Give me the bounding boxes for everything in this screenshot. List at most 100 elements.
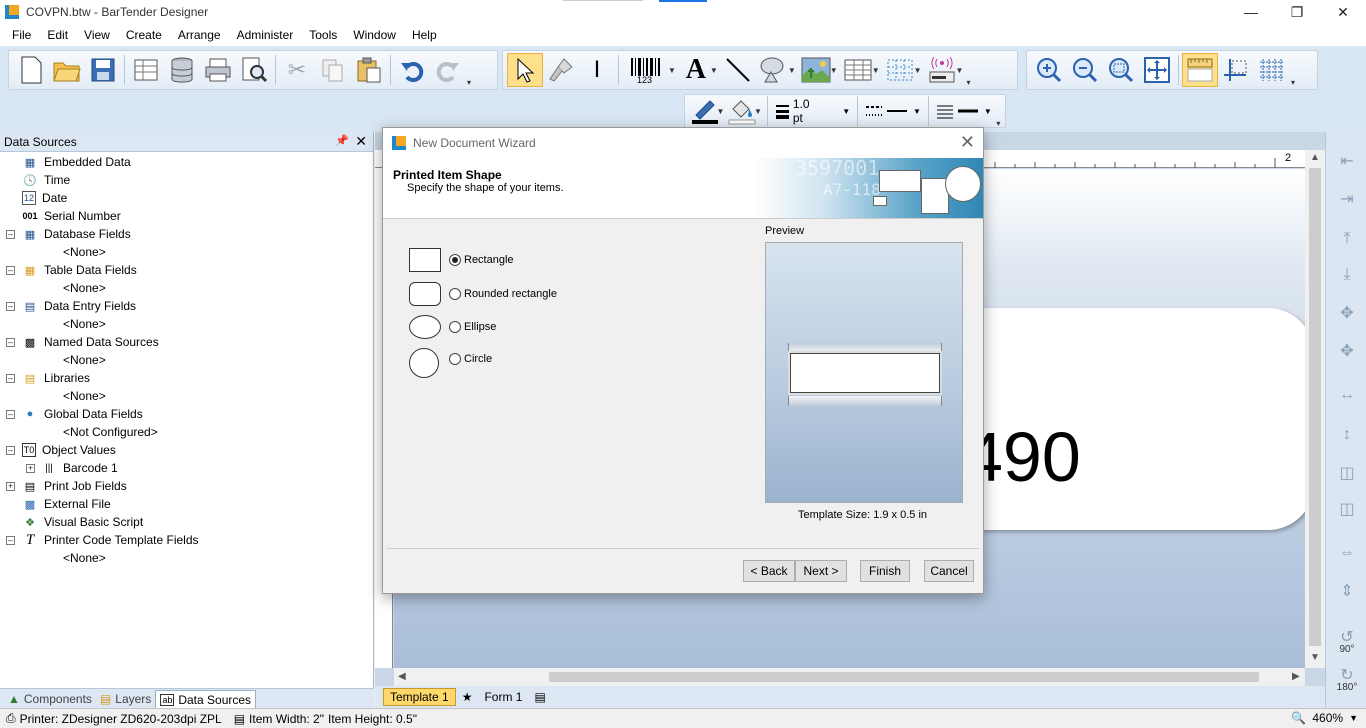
shape-option-ellipse[interactable]: Ellipse bbox=[409, 315, 496, 339]
grid-icon[interactable] bbox=[1254, 53, 1290, 87]
picture-tool-icon[interactable] bbox=[798, 53, 834, 87]
fit-to-window-icon[interactable] bbox=[1139, 53, 1175, 87]
vertical-scrollbar[interactable]: ▲ ▼ bbox=[1305, 150, 1325, 668]
tree-item-visual-basic-script[interactable]: ❖ Visual Basic Script bbox=[0, 513, 373, 531]
new-template-icon[interactable]: ★ bbox=[460, 688, 475, 706]
menu-edit[interactable]: Edit bbox=[39, 26, 76, 44]
tree-item-none[interactable]: <None> bbox=[0, 549, 373, 567]
line-style-select[interactable]: ▼ bbox=[861, 103, 925, 119]
menu-file[interactable]: File bbox=[4, 26, 39, 44]
collapse-icon[interactable]: – bbox=[6, 265, 15, 275]
distribute-horizontal-icon[interactable]: ↔ bbox=[1330, 380, 1364, 410]
tree-item-not-configured[interactable]: <Not Configured> bbox=[0, 423, 373, 441]
menu-arrange[interactable]: Arrange bbox=[170, 26, 229, 44]
line-color-icon[interactable] bbox=[689, 94, 721, 128]
distribute-vertical-icon[interactable]: ↕ bbox=[1330, 420, 1364, 450]
zoom-to-fit-icon[interactable] bbox=[1103, 53, 1139, 87]
new-document-icon[interactable] bbox=[13, 53, 49, 87]
collapse-icon[interactable]: – bbox=[6, 229, 15, 239]
collapse-icon[interactable]: – bbox=[6, 445, 15, 455]
table-tool-icon[interactable] bbox=[840, 53, 876, 87]
restore-button[interactable]: ❐ bbox=[1274, 0, 1320, 24]
minimize-button[interactable]: — bbox=[1228, 0, 1274, 24]
scroll-right-icon[interactable]: ▶ bbox=[1292, 671, 1300, 682]
line-end-select[interactable]: ▼ bbox=[932, 103, 996, 119]
tree-item-database-fields[interactable]: – ▦ Database Fields bbox=[0, 225, 373, 243]
tree-item-none[interactable]: <None> bbox=[0, 351, 373, 369]
center-horizontally-icon[interactable]: ◫ bbox=[1330, 458, 1364, 488]
collapse-icon[interactable]: – bbox=[6, 409, 15, 419]
expand-icon[interactable]: + bbox=[6, 481, 15, 491]
dialog-close-icon[interactable]: ✕ bbox=[960, 132, 975, 153]
close-window-button[interactable]: ✕ bbox=[1320, 0, 1366, 24]
rotate-90-icon[interactable]: ↺ 90° bbox=[1330, 622, 1364, 655]
tree-item-data-entry-fields[interactable]: – ▤ Data Entry Fields bbox=[0, 297, 373, 315]
tree-item-none[interactable]: <None> bbox=[0, 315, 373, 333]
shape-option-circle[interactable]: Circle bbox=[409, 347, 492, 378]
fill-color-icon[interactable] bbox=[726, 94, 758, 128]
print-preview-icon[interactable] bbox=[236, 53, 272, 87]
menu-tools[interactable]: Tools bbox=[301, 26, 345, 44]
expand-icon[interactable]: + bbox=[26, 463, 35, 473]
tree-item-printer-code-template-fields[interactable]: – T Printer Code Template Fields bbox=[0, 531, 373, 549]
shape-tool-icon[interactable] bbox=[756, 53, 792, 87]
tree-item-none[interactable]: <None> bbox=[0, 387, 373, 405]
rotate-180-icon[interactable]: ↻ 180° bbox=[1330, 660, 1364, 693]
align-bottom-icon[interactable]: ⤓ bbox=[1330, 260, 1364, 290]
collapse-icon[interactable]: – bbox=[6, 373, 15, 383]
save-icon[interactable] bbox=[85, 53, 121, 87]
close-panel-icon[interactable]: ✕ bbox=[355, 133, 367, 150]
line-tool-icon[interactable] bbox=[720, 53, 756, 87]
rounded-rectangle-radio[interactable] bbox=[449, 288, 461, 300]
tab-form-1[interactable]: Form 1 bbox=[478, 688, 528, 706]
tree-item-object-values[interactable]: – T0 Object Values bbox=[0, 441, 373, 459]
collapse-icon[interactable]: – bbox=[6, 535, 15, 545]
align-center-vertical-icon[interactable]: ✥ bbox=[1330, 336, 1364, 366]
finish-button[interactable]: Finish bbox=[860, 560, 910, 582]
pin-icon[interactable]: 📌 bbox=[335, 134, 349, 147]
page-setup-icon[interactable] bbox=[128, 53, 164, 87]
snap-guides-icon[interactable] bbox=[1218, 53, 1254, 87]
collapse-icon[interactable]: – bbox=[6, 337, 15, 347]
rulers-icon[interactable] bbox=[1182, 53, 1218, 87]
toolbar-overflow-icon[interactable]: ▾ bbox=[1290, 53, 1296, 87]
menu-help[interactable]: Help bbox=[404, 26, 445, 44]
paste-icon[interactable] bbox=[351, 53, 387, 87]
menu-view[interactable]: View bbox=[76, 26, 118, 44]
toolbar-overflow-icon[interactable]: ▾ bbox=[965, 53, 971, 87]
tree-item-embedded-data[interactable]: ▦ Embedded Data bbox=[0, 153, 373, 171]
tree-item-print-job-fields[interactable]: + ▤ Print Job Fields bbox=[0, 477, 373, 495]
next-button[interactable]: Next > bbox=[795, 560, 847, 582]
tab-components[interactable]: ▲ Components bbox=[4, 690, 96, 708]
text-cursor-icon[interactable]: Ⅰ bbox=[579, 53, 615, 87]
toolbar-overflow-icon[interactable]: ▾ bbox=[996, 94, 1001, 128]
select-pointer-icon[interactable] bbox=[507, 53, 543, 87]
align-right-icon[interactable]: ⇥ bbox=[1330, 184, 1364, 214]
selection-grid-icon[interactable] bbox=[882, 53, 918, 87]
vertical-scroll-thumb[interactable] bbox=[1309, 168, 1321, 646]
collapse-icon[interactable]: – bbox=[6, 301, 15, 311]
open-folder-icon[interactable] bbox=[49, 53, 85, 87]
center-vertically-icon[interactable]: ◫ bbox=[1330, 494, 1364, 524]
align-left-icon[interactable]: ⇤ bbox=[1330, 146, 1364, 176]
tree-item-date[interactable]: 12 Date bbox=[0, 189, 373, 207]
tab-layers[interactable]: ▤ Layers bbox=[96, 690, 155, 708]
tab-template-1[interactable]: Template 1 bbox=[383, 688, 456, 706]
tree-item-external-file[interactable]: ▩ External File bbox=[0, 495, 373, 513]
menu-window[interactable]: Window bbox=[345, 26, 404, 44]
tree-item-table-data-fields[interactable]: – ▦ Table Data Fields bbox=[0, 261, 373, 279]
text-tool-icon[interactable]: A bbox=[678, 53, 714, 87]
database-setup-icon[interactable] bbox=[164, 53, 200, 87]
align-top-icon[interactable]: ⤒ bbox=[1330, 224, 1364, 254]
undo-icon[interactable] bbox=[394, 53, 430, 87]
line-width-select[interactable]: 1.0 pt ▼ bbox=[771, 97, 854, 125]
cut-icon[interactable]: ✂ bbox=[279, 53, 315, 87]
tree-item-barcode-1[interactable]: + ||| Barcode 1 bbox=[0, 459, 373, 477]
horizontal-scrollbar[interactable]: ◀ ▶ bbox=[394, 668, 1305, 686]
new-form-icon[interactable]: ▤ bbox=[532, 688, 547, 706]
tree-item-none[interactable]: <None> bbox=[0, 243, 373, 261]
circle-radio[interactable] bbox=[449, 353, 461, 365]
scroll-left-icon[interactable]: ◀ bbox=[398, 671, 406, 682]
print-icon[interactable] bbox=[200, 53, 236, 87]
rfid-tool-icon[interactable] bbox=[924, 53, 960, 87]
